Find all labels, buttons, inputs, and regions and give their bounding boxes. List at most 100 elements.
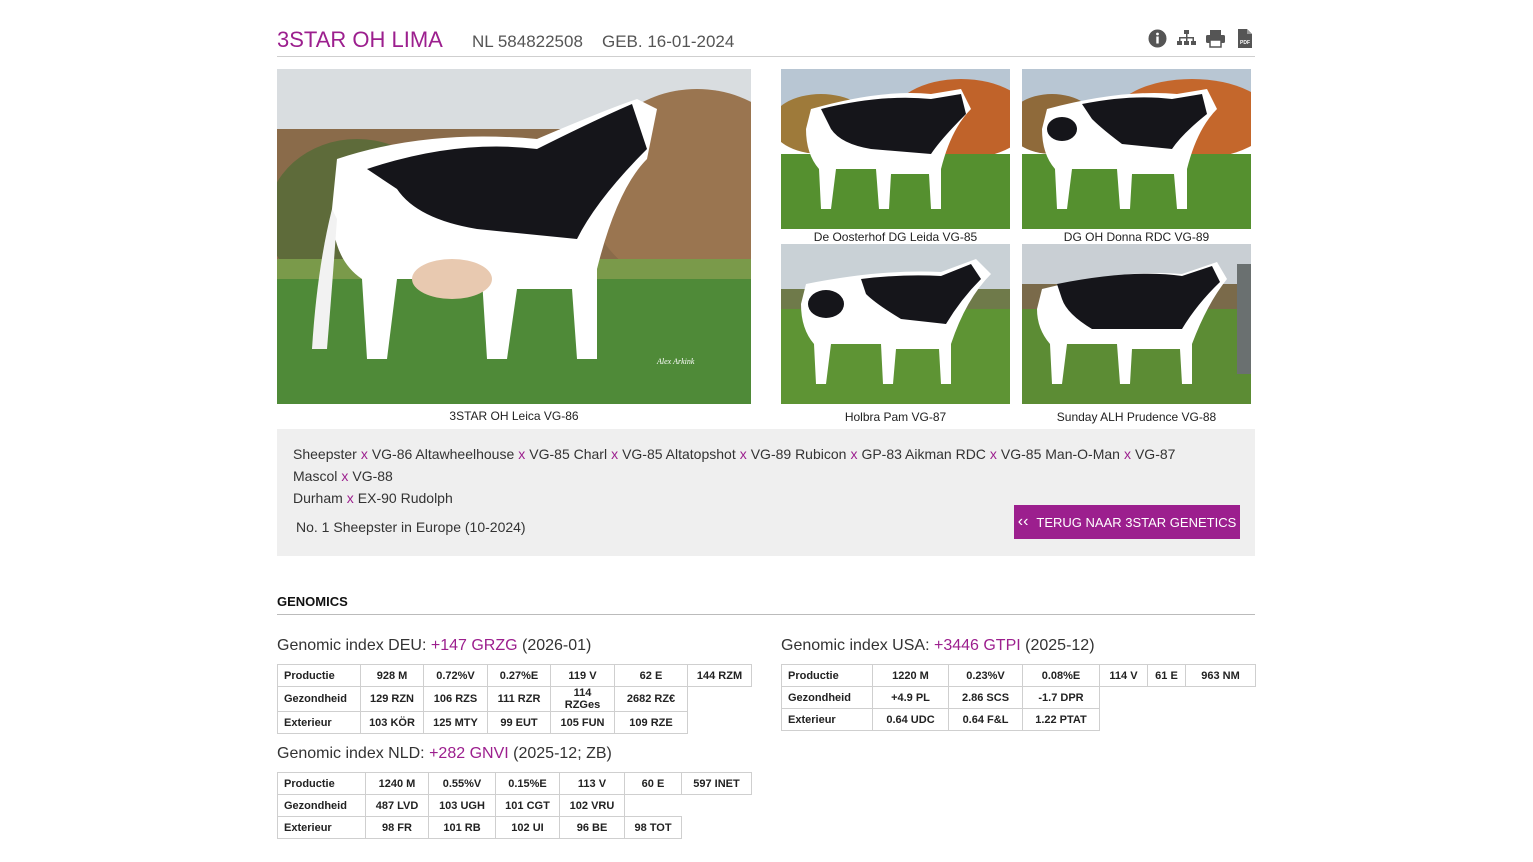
pedigree-tree-icon[interactable] xyxy=(1176,28,1197,49)
table-cell: 0.64 F&L xyxy=(948,708,1023,731)
table-cell: 0.72%V xyxy=(423,664,488,687)
table-cell: 114 V xyxy=(1099,664,1148,687)
table-cell: 487 LVD xyxy=(365,794,429,817)
table-row: Gezondheid 129 RZN 106 RZS 111 RZR 114 R… xyxy=(277,686,752,712)
separator: x xyxy=(360,446,368,462)
table-cell: 61 E xyxy=(1147,664,1186,687)
table-cell: 98 TOT xyxy=(624,816,682,839)
row-label: Exterieur xyxy=(781,708,873,731)
table-cell: 963 NM xyxy=(1185,664,1256,687)
grid-photo-3-caption: Holbra Pam VG-87 xyxy=(844,410,947,424)
separator: x xyxy=(739,446,747,462)
row-label: Productie xyxy=(277,664,361,687)
main-photo[interactable]: Alex Arkink xyxy=(277,69,751,404)
table-cell: +4.9 PL xyxy=(872,686,949,709)
animal-name: 3STAR OH LIMA xyxy=(277,27,443,52)
table-cell: 0.08%E xyxy=(1022,664,1100,687)
table-row: Gezondheid 487 LVD 103 UGH 101 CGT 102 V… xyxy=(277,794,752,817)
grid-photo-4-caption: Sunday ALH Prudence VG-88 xyxy=(1056,410,1217,424)
main-photo-caption: 3STAR OH Leica VG-86 xyxy=(449,409,579,423)
gi-prefix: Genomic index NLD: xyxy=(277,745,425,762)
table-cell: 101 CGT xyxy=(495,794,560,817)
info-icon[interactable] xyxy=(1147,28,1168,49)
pdf-icon[interactable]: PDF xyxy=(1234,28,1255,49)
toolbar-icons: PDF xyxy=(1147,28,1255,49)
table-cell: 125 MTY xyxy=(423,711,488,734)
pedigree-ancestor: GP-83 Aikman RDC xyxy=(861,446,986,462)
grid-photo-1[interactable] xyxy=(781,69,1010,229)
genomic-table-deu: Productie 928 M 0.72%V 0.27%E 119 V 62 E… xyxy=(277,664,752,734)
gi-date: (2025-12; ZB) xyxy=(513,745,612,762)
table-cell: 99 EUT xyxy=(487,711,551,734)
pedigree-ancestor: VG-88 xyxy=(352,468,393,484)
title-bar: 3STAR OH LIMA NL 584822508 GEB. 16-01-20… xyxy=(277,22,1255,57)
pedigree-ancestor: Durham xyxy=(293,490,343,506)
table-cell: 105 FUN xyxy=(550,711,615,734)
grid-photo-1-caption: De Oosterhof DG Leida VG-85 xyxy=(813,230,978,244)
table-cell: 0.55%V xyxy=(428,772,496,795)
pedigree-ancestor: VG-89 Rubicon xyxy=(750,446,847,462)
pedigree-ancestor: VG-85 Charl xyxy=(529,446,608,462)
table-cell: 103 KÖR xyxy=(360,711,424,734)
table-cell: 111 RZR xyxy=(487,686,551,712)
table-cell: 106 RZS xyxy=(423,686,488,712)
separator: x xyxy=(346,490,354,506)
birth-date: GEB. 16-01-2024 xyxy=(602,32,735,51)
table-cell: 119 V xyxy=(550,664,615,687)
genomic-table-nld: Productie 1240 M 0.55%V 0.15%E 113 V 60 … xyxy=(277,772,752,839)
back-to-3star-button[interactable]: ‹‹ TERUG NAAR 3STAR GENETICS xyxy=(1014,505,1240,539)
grid-photo-2[interactable] xyxy=(1022,69,1251,229)
table-row: Productie 1220 M 0.23%V 0.08%E 114 V 61 … xyxy=(781,664,1256,687)
gi-date: (2026-01) xyxy=(522,637,592,654)
table-cell: 0.23%V xyxy=(948,664,1023,687)
genomic-index-deu-heading: Genomic index DEU: +147 GRZG (2026-01) xyxy=(277,637,591,655)
separator: x xyxy=(611,446,619,462)
table-cell: 96 BE xyxy=(559,816,625,839)
table-cell: 62 E xyxy=(614,664,688,687)
gi-prefix: Genomic index DEU: xyxy=(277,637,427,654)
grid-photo-4[interactable] xyxy=(1022,244,1251,404)
table-row: Productie 928 M 0.72%V 0.27%E 119 V 62 E… xyxy=(277,664,752,687)
print-icon[interactable] xyxy=(1205,28,1226,49)
grid-photo-2-caption: DG OH Donna RDC VG-89 xyxy=(1063,230,1210,244)
table-cell: -1.7 DPR xyxy=(1022,686,1100,709)
table-cell: 0.15%E xyxy=(495,772,560,795)
pdf-icon-label: PDF xyxy=(1240,40,1250,46)
pedigree-ancestor: VG-85 Altatopshot xyxy=(622,446,736,462)
table-row: Exterieur 98 FR 101 RB 102 UI 96 BE 98 T… xyxy=(277,816,752,839)
remark-text: No. 1 Sheepster in Europe (10-2024) xyxy=(296,519,526,535)
gi-value: +147 GRZG xyxy=(430,637,518,654)
grid-photo-3[interactable] xyxy=(781,244,1010,404)
row-label: Productie xyxy=(277,772,366,795)
table-cell: 113 V xyxy=(559,772,625,795)
row-label: Exterieur xyxy=(277,711,361,734)
gi-prefix: Genomic index USA: xyxy=(781,637,930,654)
separator: x xyxy=(518,446,526,462)
table-row: Exterieur 103 KÖR 125 MTY 99 EUT 105 FUN… xyxy=(277,711,752,734)
row-label: Gezondheid xyxy=(781,686,873,709)
separator: x xyxy=(850,446,858,462)
pedigree-sire: Sheepster xyxy=(293,446,357,462)
table-cell: 144 RZM xyxy=(687,664,752,687)
separator: x xyxy=(1123,446,1131,462)
row-label: Gezondheid xyxy=(277,686,361,712)
table-cell: 98 FR xyxy=(365,816,429,839)
table-cell: 101 RB xyxy=(428,816,496,839)
table-cell: 102 UI xyxy=(495,816,560,839)
registration-number: NL 584822508 xyxy=(472,32,583,51)
pedigree-line: Sheepster x VG-86 Altawheelhouse x VG-85 Cha… xyxy=(293,443,1233,509)
double-chevron-left-icon: ‹‹ xyxy=(1017,513,1029,530)
table-cell: 0.64 UDC xyxy=(872,708,949,731)
table-cell: 2682 RZ€ xyxy=(614,686,688,712)
table-cell: 114 RZGes xyxy=(550,686,615,712)
back-button-label: TERUG NAAR 3STAR GENETICS xyxy=(1036,514,1237,530)
separator: x xyxy=(989,446,997,462)
pedigree-ancestor: VG-86 Altawheelhouse xyxy=(371,446,515,462)
genomic-table-usa: Productie 1220 M 0.23%V 0.08%E 114 V 61 … xyxy=(781,664,1256,731)
watermark: Alex Arkink xyxy=(656,357,695,366)
row-label: Exterieur xyxy=(277,816,366,839)
table-cell: 103 UGH xyxy=(428,794,496,817)
genomic-index-nld-heading: Genomic index NLD: +282 GNVI (2025-12; Z… xyxy=(277,745,612,763)
row-label: Gezondheid xyxy=(277,794,366,817)
table-row: Productie 1240 M 0.55%V 0.15%E 113 V 60 … xyxy=(277,772,752,795)
